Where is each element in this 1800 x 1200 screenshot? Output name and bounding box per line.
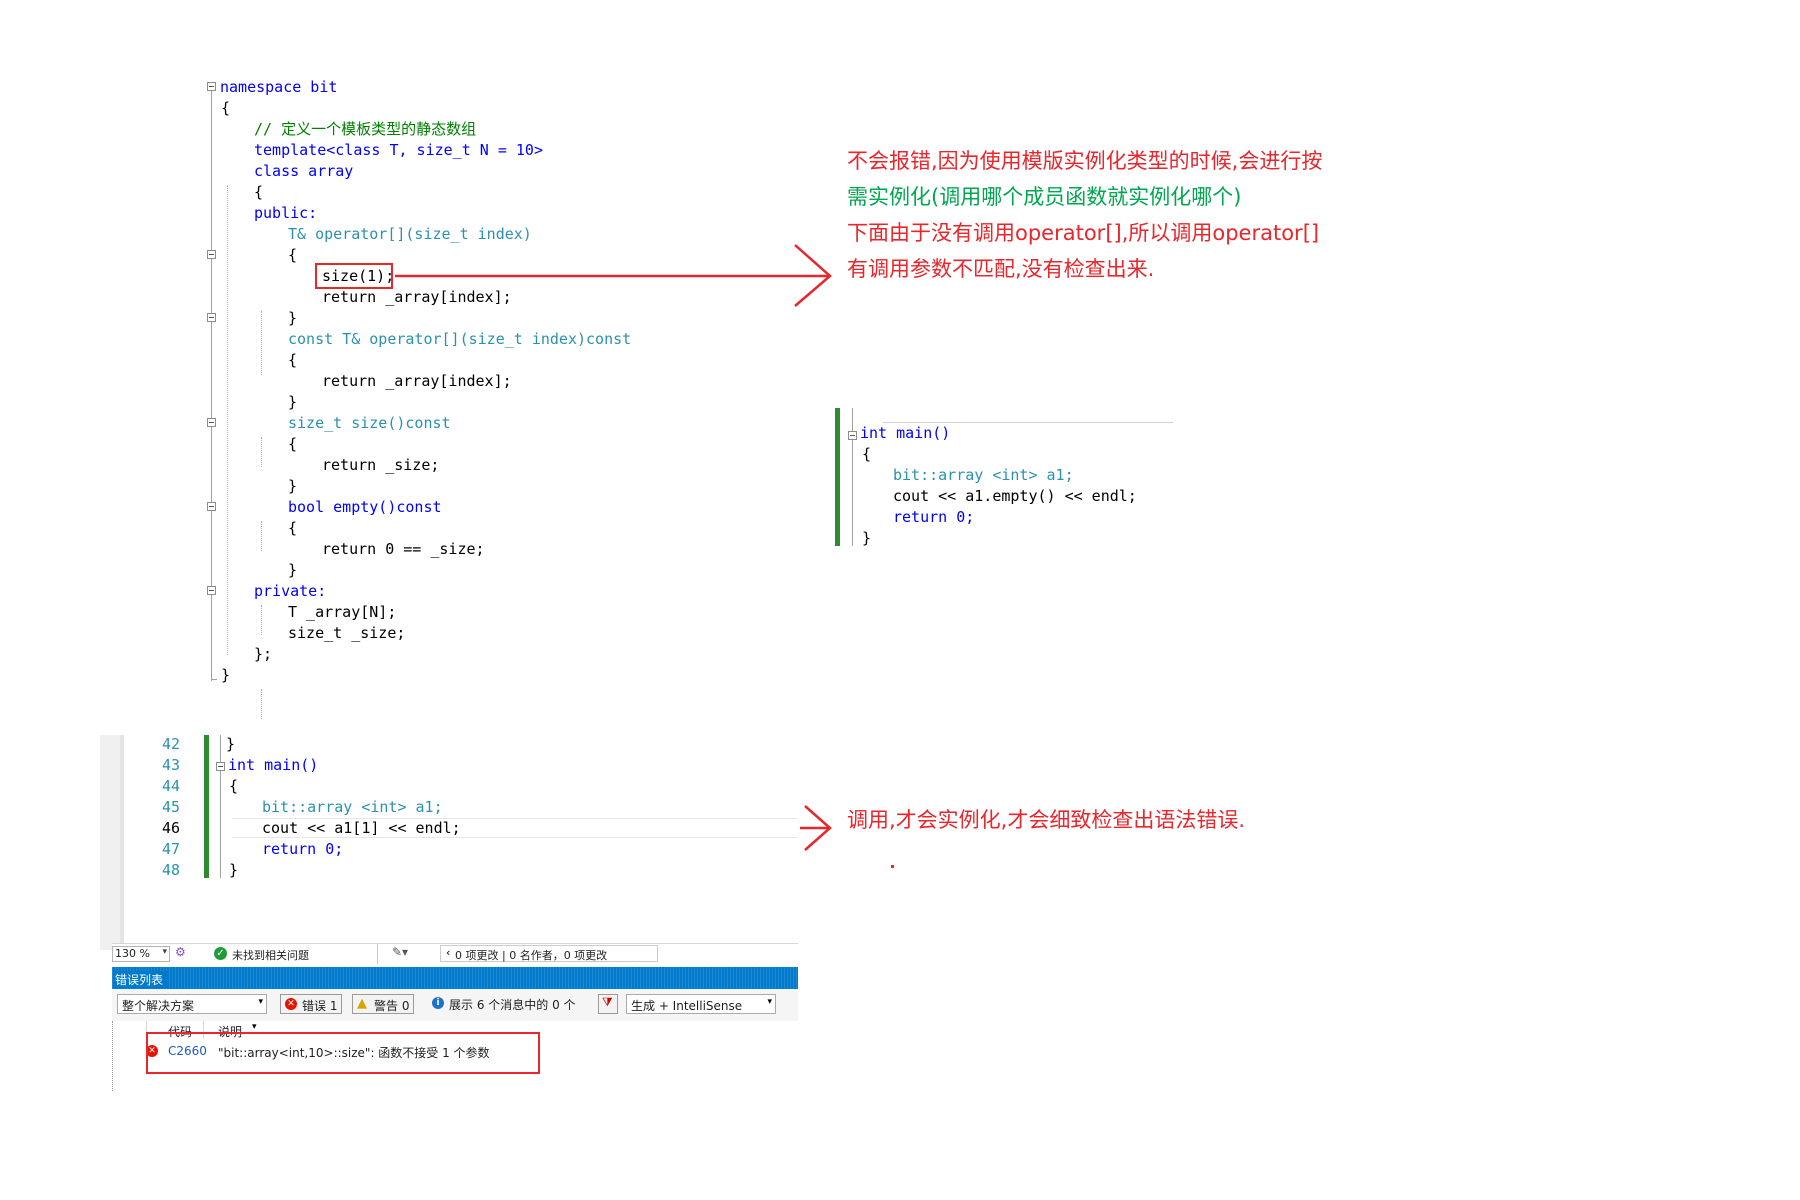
dot-mark: [891, 865, 894, 868]
line-number: 42: [161, 735, 180, 753]
error-list-titlebar[interactable]: 错误列表: [112, 967, 798, 989]
filter-icon: ⧩: [602, 995, 613, 1009]
error-icon: ✕: [285, 998, 297, 1010]
code-line: return 0;: [262, 840, 344, 858]
zoom-value: 130 %: [115, 947, 150, 960]
changed-bar: [835, 408, 840, 546]
titlebar-grip: [112, 967, 798, 989]
line-number-current: 46: [161, 819, 180, 837]
code-line: }: [229, 861, 239, 879]
line-number: 48: [161, 861, 180, 879]
code-line: }: [862, 529, 872, 547]
code-line: bit::array <int> a1;: [893, 466, 1074, 484]
chevron-down-icon: ▾: [252, 1022, 257, 1032]
warnings-filter-button[interactable]: ▲ 警告 0: [352, 994, 414, 1014]
note-line: 不会报错,因为使用模版实例化类型的时候,会进行按: [847, 149, 1323, 173]
outline-guide: [220, 735, 221, 878]
annotation-note-1: 不会报错,因为使用模版实例化类型的时候,会进行按 需实例化(调用哪个成员函数就实…: [847, 143, 1322, 287]
messages-label: 展示 6 个消息中的 0 个: [449, 998, 576, 1012]
scope-dropdown[interactable]: 整个解决方案 ▾: [117, 994, 267, 1014]
editor-margin: [120, 735, 124, 950]
scope-value: 整个解决方案: [122, 999, 195, 1013]
note-line: 有调用参数不匹配,没有检查出来.: [847, 257, 1155, 281]
line-number: 43: [161, 756, 180, 774]
chevron-down-icon: ▾: [258, 997, 263, 1007]
warnings-label: 警告 0: [374, 999, 410, 1013]
no-issues-text: 未找到相关问题: [232, 949, 309, 962]
arrow-top: [395, 244, 832, 307]
code-editor-right: int main() { bit::array <int> a1; cout <…: [835, 408, 1175, 553]
code-line: int main(): [228, 756, 319, 774]
check-icon: ✓: [214, 947, 227, 960]
line-number: 44: [161, 777, 180, 795]
code-line: int main(): [860, 424, 951, 442]
errors-filter-button[interactable]: ✕ 错误 1: [280, 994, 342, 1014]
editor-margin: [100, 735, 120, 950]
filter-button[interactable]: ⧩: [598, 994, 618, 1014]
note-line: 需实例化(调用哪个成员函数就实例化哪个): [847, 185, 1242, 209]
line-number: 47: [161, 840, 180, 858]
error-list-toolbar: 整个解决方案 ▾ ✕ 错误 1 ▲ 警告 0 i 展示 6 个消息中的 0 个 …: [112, 989, 798, 1022]
code-line: return 0;: [893, 508, 975, 526]
errors-label: 错误 1: [302, 999, 338, 1013]
code-line: {: [229, 777, 239, 795]
chevron-left-icon: ‹: [446, 946, 451, 959]
health-icon[interactable]: ⚙: [175, 945, 186, 959]
collapse-icon[interactable]: [848, 431, 857, 440]
chevron-down-icon: ▾: [767, 997, 772, 1007]
info-icon: i: [432, 997, 444, 1009]
messages-filter-button[interactable]: i 展示 6 个消息中的 0 个: [430, 994, 590, 1014]
note-line: 下面由于没有调用operator[],所以调用operator[]: [847, 221, 1320, 245]
brush-icon[interactable]: ✎▾: [392, 945, 408, 959]
error-list-margin: [112, 1021, 114, 1091]
code-line: }: [226, 735, 236, 753]
build-filter-value: 生成 + IntelliSense: [631, 999, 743, 1013]
collapse-icon[interactable]: [216, 762, 225, 771]
separator: [377, 944, 378, 964]
warning-icon: ▲: [357, 996, 367, 1011]
chevron-down-icon: ▾: [162, 947, 167, 957]
editor-status-bar: 130 % ▾ ⚙ ✓ 未找到相关问题 ✎▾ ‹ 0 项更改 | 0 名作者，0…: [112, 943, 798, 964]
changes-text: 0 项更改 | 0 名作者，0 项更改: [455, 949, 608, 962]
highlight-box: [146, 1032, 540, 1074]
changed-bar: [204, 735, 209, 878]
zoom-dropdown[interactable]: 130 % ▾: [112, 946, 170, 962]
error-list-title: 错误列表: [115, 971, 168, 988]
code-line: bit::array <int> a1;: [262, 798, 443, 816]
changes-panel[interactable]: ‹ 0 项更改 | 0 名作者，0 项更改: [440, 945, 658, 962]
build-filter-dropdown[interactable]: 生成 + IntelliSense ▾: [626, 994, 776, 1014]
code-line: {: [862, 445, 872, 463]
code-line: cout << a1[1] << endl;: [262, 819, 461, 837]
annotation-note-2: 调用,才会实例化,才会细致检查出语法错误.: [847, 808, 1246, 832]
code-line: cout << a1.empty() << endl;: [893, 487, 1137, 505]
outline-guide: [852, 408, 853, 546]
line-number: 45: [161, 798, 180, 816]
